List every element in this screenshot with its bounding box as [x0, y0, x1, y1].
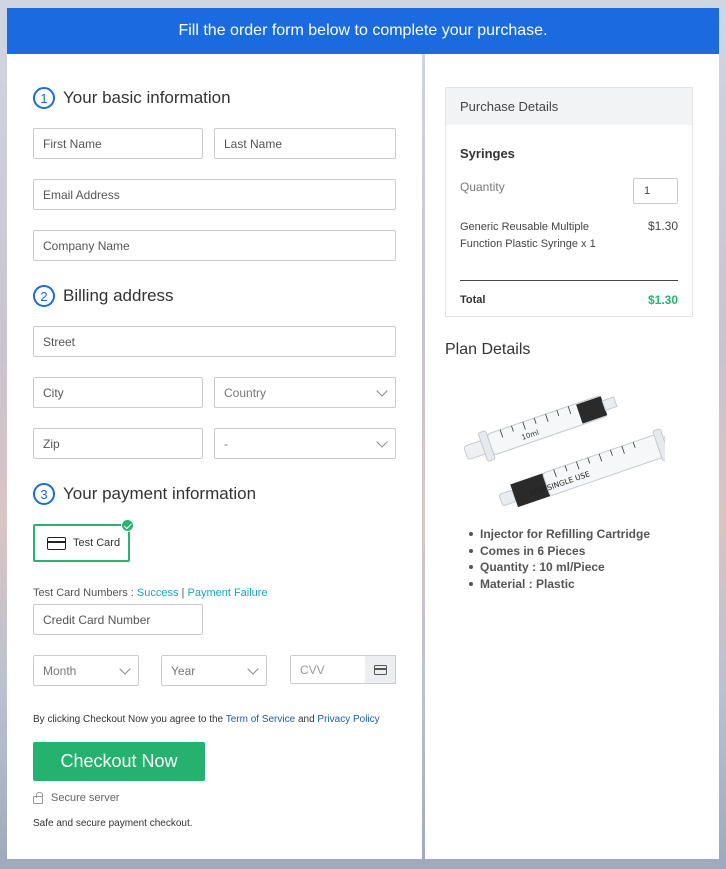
- checkout-now-button[interactable]: Checkout Now: [33, 742, 205, 781]
- item-description: Generic Reusable Multiple Function Plast…: [460, 221, 596, 250]
- item-price: $1.30: [647, 219, 678, 233]
- syringe-product-image: 10ml FOR SINGLE USE: [463, 395, 665, 507]
- chevron-down-icon: [247, 663, 259, 675]
- list-item: Comes in 6 Pieces: [469, 543, 650, 560]
- section-billing: 2 Billing address: [33, 285, 174, 307]
- state-select[interactable]: -: [214, 428, 396, 459]
- secure-server: Secure server: [33, 791, 119, 804]
- safe-checkout-text: Safe and secure payment checkout.: [33, 818, 193, 829]
- step-number-1: 1: [33, 87, 55, 109]
- lock-icon: [33, 791, 43, 804]
- privacy-policy-link[interactable]: Privacy Policy: [317, 714, 379, 725]
- section-basic-info: 1 Your basic information: [33, 87, 231, 109]
- test-card-label: Test Card: [73, 537, 121, 549]
- terms-text: By clicking Checkout Now you agree to th…: [33, 714, 380, 725]
- total-label: Total: [460, 294, 486, 306]
- purchase-details-box: Purchase Details Syringes Quantity 1 Gen…: [445, 87, 693, 317]
- success-link[interactable]: Success: [137, 587, 179, 599]
- list-item: Quantity : 10 ml/Piece: [469, 559, 650, 576]
- card-number-input[interactable]: Credit Card Number: [33, 604, 203, 635]
- last-name-input[interactable]: Last Name: [214, 128, 396, 159]
- credit-card-icon: [47, 536, 66, 550]
- section-title-payment: Your payment information: [63, 484, 257, 503]
- plan-features-list: Injector for Refilling Cartridge Comes i…: [469, 526, 650, 592]
- chevron-down-icon: [119, 663, 131, 675]
- test-card-numbers: Test Card Numbers : Success | Payment Fa…: [33, 587, 268, 599]
- quantity-label: Quantity: [460, 180, 505, 194]
- section-title-billing: Billing address: [63, 286, 174, 305]
- step-number-2: 2: [33, 285, 55, 307]
- quantity-input[interactable]: 1: [633, 178, 678, 204]
- section-title-basic: Your basic information: [63, 88, 231, 107]
- total-value: $1.30: [647, 293, 678, 307]
- plan-details-title: Plan Details: [445, 341, 531, 358]
- product-name: Syringes: [460, 146, 515, 161]
- city-input[interactable]: City: [33, 377, 203, 408]
- company-input[interactable]: Company Name: [33, 230, 396, 261]
- summary-panel: Purchase Details Syringes Quantity 1 Gen…: [425, 54, 719, 859]
- chevron-down-icon: [376, 385, 388, 397]
- list-item: Injector for Refilling Cartridge: [469, 526, 650, 543]
- list-item: Material : Plastic: [469, 576, 650, 593]
- country-select[interactable]: Country: [214, 377, 396, 408]
- check-icon: [121, 519, 134, 532]
- email-input[interactable]: Email Address: [33, 179, 396, 210]
- year-select[interactable]: Year: [161, 655, 267, 686]
- order-form-panel: 1 Your basic information First Name Last…: [7, 54, 422, 859]
- chevron-down-icon: [376, 436, 388, 448]
- divider: [460, 280, 678, 281]
- purchase-details-header: Purchase Details: [446, 88, 692, 125]
- step-number-3: 3: [33, 483, 55, 505]
- first-name-input[interactable]: First Name: [33, 128, 203, 159]
- cvv-input[interactable]: CVV: [290, 655, 366, 684]
- section-payment: 3 Your payment information: [33, 483, 256, 505]
- month-select[interactable]: Month: [33, 655, 139, 686]
- street-input[interactable]: Street: [33, 326, 396, 357]
- top-banner: Fill the order form below to complete yo…: [7, 8, 719, 54]
- test-card-option[interactable]: Test Card: [33, 519, 134, 562]
- cvv-card-icon: [365, 655, 396, 684]
- payment-failure-link[interactable]: Payment Failure: [187, 587, 267, 599]
- zip-input[interactable]: Zip: [33, 428, 203, 459]
- terms-of-service-link[interactable]: Term of Service: [226, 714, 295, 725]
- banner-text: Fill the order form below to complete yo…: [178, 22, 548, 39]
